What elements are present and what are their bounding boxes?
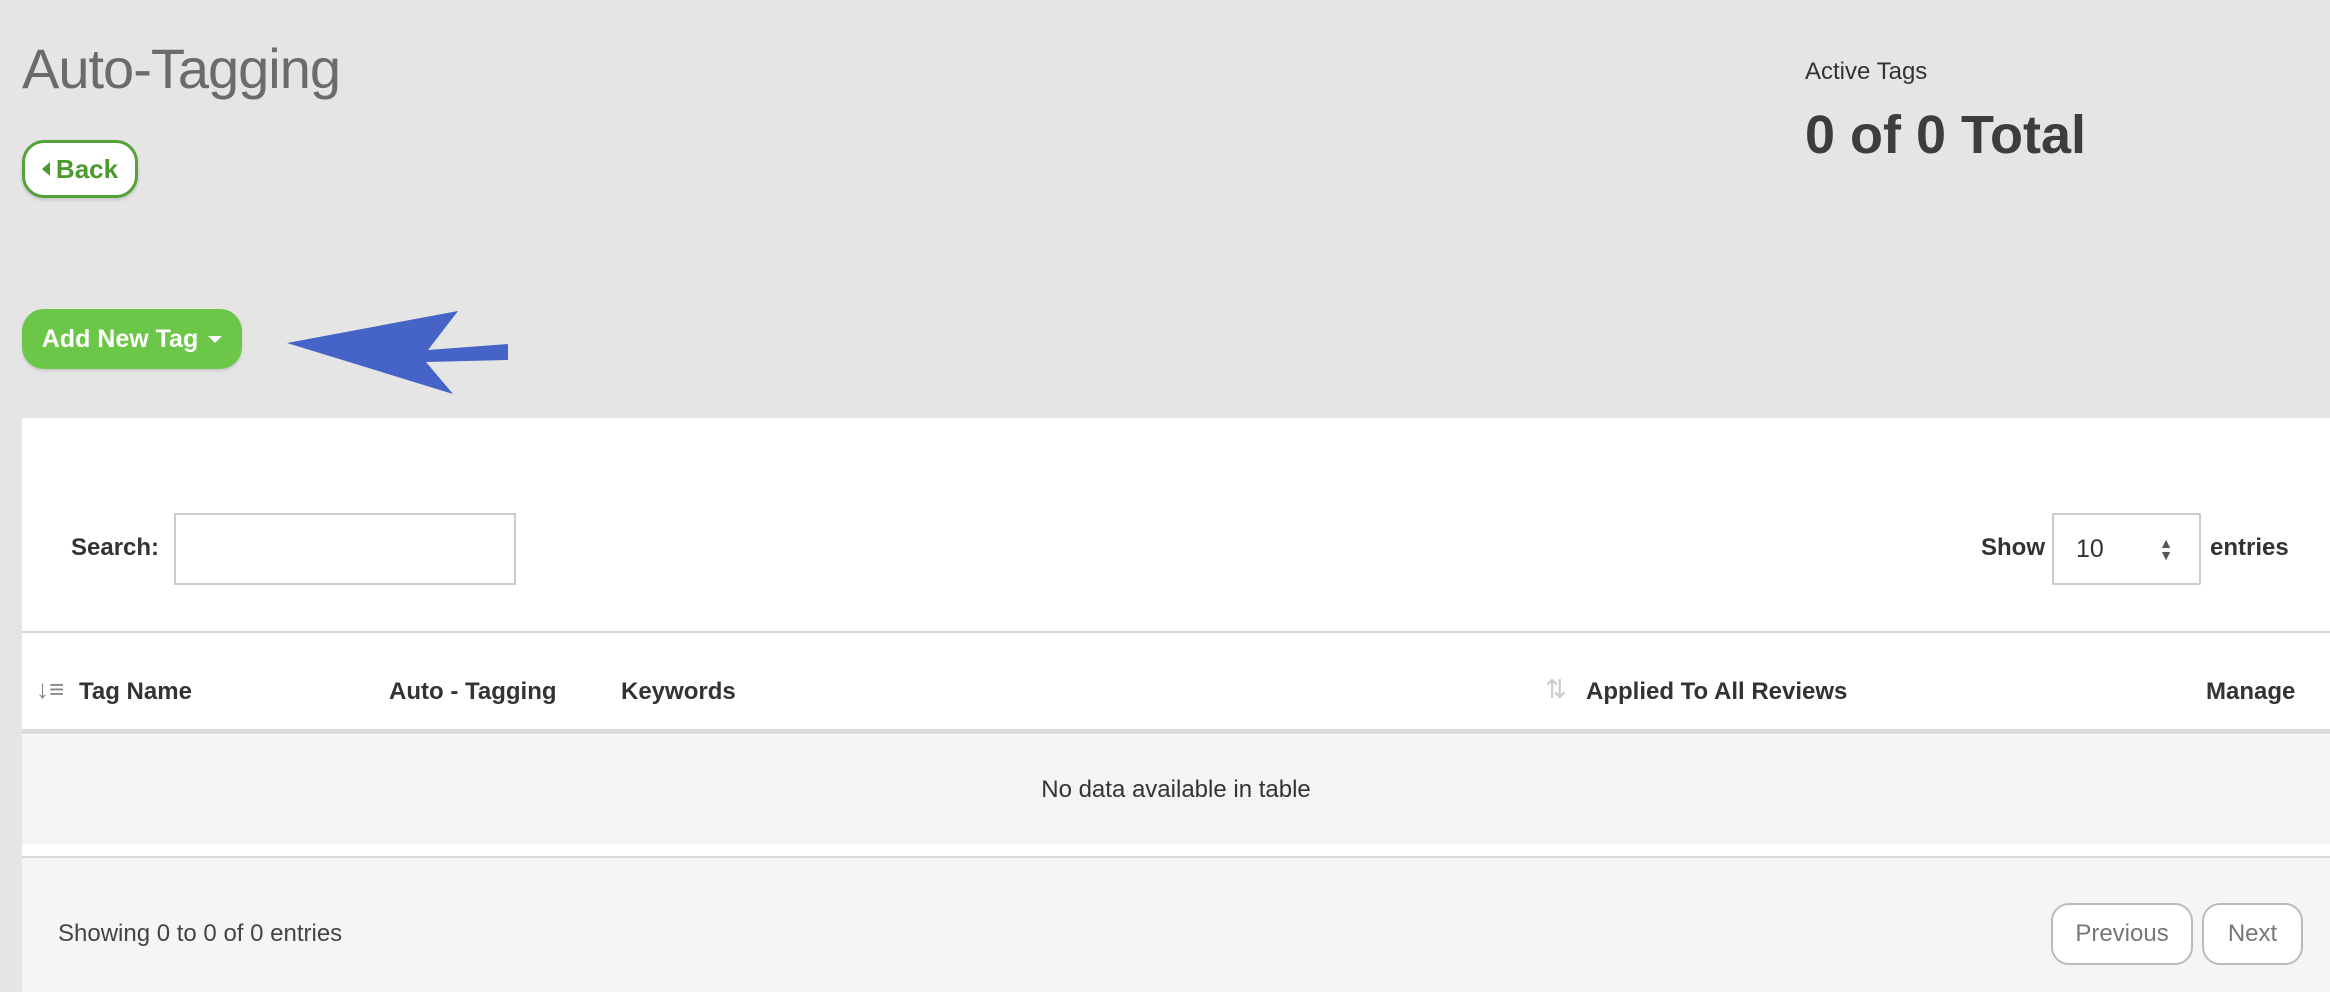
- page-size-select[interactable]: 10 ▲ ▼: [2052, 513, 2201, 585]
- column-manage: Manage: [2206, 678, 2296, 705]
- up-down-icon: ▲ ▼: [2159, 535, 2173, 563]
- add-new-tag-label: Add New Tag: [41, 324, 199, 353]
- active-tags-value: 0 of 0 Total: [1805, 105, 2087, 165]
- caret-left-icon: [41, 162, 50, 176]
- next-button[interactable]: Next: [2202, 903, 2303, 965]
- show-label: Show: [1981, 534, 2045, 561]
- caret-down-icon: [208, 335, 223, 343]
- sort-desc-icon[interactable]: ↓≡: [36, 674, 64, 705]
- sort-icon[interactable]: ⇅: [1545, 674, 1567, 705]
- header-border: [22, 729, 2330, 734]
- column-keywords: Keywords: [621, 678, 736, 705]
- entries-label: entries: [2210, 534, 2289, 561]
- table-info: Showing 0 to 0 of 0 entries: [58, 920, 343, 947]
- column-tag-name[interactable]: Tag Name: [79, 678, 192, 706]
- previous-button[interactable]: Previous: [2051, 903, 2193, 965]
- column-applied-to-all-reviews[interactable]: Applied To All Reviews: [1586, 678, 1847, 706]
- back-label: Back: [55, 153, 119, 184]
- add-new-tag-button[interactable]: Add New Tag: [22, 309, 242, 369]
- column-auto-tagging: Auto - Tagging: [389, 678, 557, 705]
- empty-row: No data available in table: [22, 735, 2330, 844]
- tags-table-panel: Search: Show 10 ▲ ▼ entries ↓≡ Tag Name Au…: [22, 418, 2330, 992]
- search-input[interactable]: [174, 513, 516, 585]
- page-size-value: 10: [2076, 535, 2104, 563]
- search-label: Search:: [71, 534, 160, 561]
- active-tags-label: Active Tags: [1805, 58, 1928, 85]
- divider: [22, 631, 2330, 633]
- table-footer: Showing 0 to 0 of 0 entries Previous Nex…: [22, 858, 2330, 992]
- page-title: Auto-Tagging: [22, 37, 341, 100]
- back-button[interactable]: Back: [22, 140, 138, 198]
- annotation-arrow-icon: [287, 311, 508, 394]
